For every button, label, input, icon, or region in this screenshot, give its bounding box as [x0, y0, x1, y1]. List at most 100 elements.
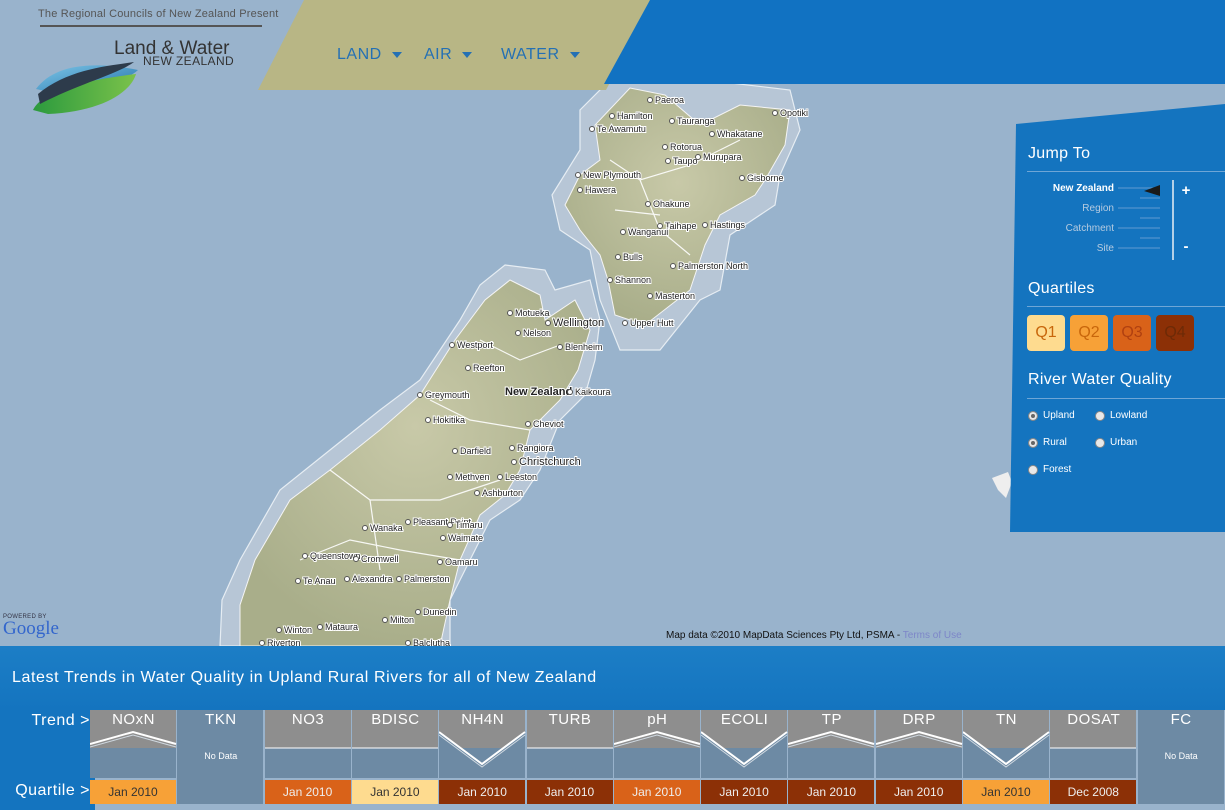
town-label: Christchurch: [519, 456, 581, 468]
land-water-logo[interactable]: Land & Water NEW ZEALAND: [28, 34, 264, 118]
quartile-date-cell: Jan 2010: [788, 780, 875, 804]
header-banner: [604, 0, 1225, 84]
town-label: Leeston: [505, 472, 537, 482]
town-label: Hamilton: [617, 111, 653, 121]
town-label: Wellington: [553, 317, 604, 329]
radio-urban[interactable]: Urban: [1095, 437, 1137, 448]
indicator-noxn[interactable]: NOxN Jan 2010: [90, 710, 177, 804]
slider-handle-icon: [1144, 185, 1160, 196]
indicator-turb[interactable]: TURB Jan 2010: [526, 710, 614, 804]
indicator-tkn[interactable]: TKN No Data: [177, 710, 264, 804]
town-marker: [647, 293, 653, 299]
indicator-ph[interactable]: pH Jan 2010: [613, 710, 701, 804]
town-marker: [662, 144, 668, 150]
town-marker: [437, 559, 443, 565]
town-label: Darfield: [460, 446, 491, 456]
town-label: Blenheim: [565, 342, 603, 352]
town-marker: [452, 448, 458, 454]
jump-new-zealand[interactable]: New Zealand: [1053, 183, 1114, 194]
town-label: Cromwell: [361, 554, 399, 564]
town-marker: [317, 624, 323, 630]
quartile-date-cell: Jan 2010: [90, 780, 176, 804]
town-label: New Zealand: [505, 386, 572, 398]
indicator-bdisc[interactable]: BDISC Jan 2010: [351, 710, 439, 804]
jump-site[interactable]: Site: [1097, 243, 1114, 254]
indicator-name: TN: [996, 711, 1017, 728]
town-label: Palmerston: [404, 574, 450, 584]
town-marker: [507, 310, 513, 316]
quartile-q3-button[interactable]: Q3: [1113, 315, 1151, 351]
town-marker: [645, 201, 651, 207]
town-marker: [465, 365, 471, 371]
radio-forest[interactable]: Forest: [1028, 464, 1071, 475]
zoom-slider[interactable]: [1116, 180, 1176, 260]
nav-band: [258, 0, 653, 90]
town-marker: [567, 389, 573, 395]
town-label: Paeroa: [655, 95, 684, 105]
town-marker: [396, 576, 402, 582]
town-marker: [577, 187, 583, 193]
indicator-fc[interactable]: FC No Data: [1137, 710, 1225, 804]
radio-dot-icon: [1028, 464, 1038, 475]
town-label: Wanganui: [628, 227, 668, 237]
town-label: New Plymouth: [583, 170, 641, 180]
town-marker: [509, 445, 515, 451]
indicator-no3[interactable]: NO3 Jan 2010: [264, 710, 352, 804]
indicator-nh4n[interactable]: NH4N Jan 2010: [439, 710, 526, 804]
radio-label: Rural: [1043, 437, 1067, 448]
divider: [1027, 171, 1225, 172]
zoom-in-button[interactable]: +: [1179, 182, 1193, 199]
radio-lowland[interactable]: Lowland: [1095, 410, 1147, 421]
indicator-drp[interactable]: DRP Jan 2010: [875, 710, 963, 804]
indicator-name: NH4N: [461, 711, 505, 728]
town-marker: [622, 320, 628, 326]
quartile-q2-button[interactable]: Q2: [1070, 315, 1108, 351]
indicator-dosat[interactable]: DOSAT Dec 2008: [1050, 710, 1137, 804]
radio-upland[interactable]: Upland: [1028, 410, 1075, 421]
chevron-down-icon: [391, 51, 402, 58]
zoom-out-button[interactable]: -: [1179, 238, 1193, 255]
radio-rural[interactable]: Rural: [1028, 437, 1067, 448]
town-marker: [344, 576, 350, 582]
town-marker: [669, 118, 675, 124]
town-label: Queenstown: [310, 551, 361, 561]
nav-water[interactable]: WATER: [501, 46, 580, 64]
town-label: Upper Hutt: [630, 318, 674, 328]
town-label: Waimate: [448, 533, 483, 543]
town-label: Riverton: [267, 638, 301, 646]
jump-catchment[interactable]: Catchment: [1066, 223, 1114, 234]
indicator-name: BDISC: [371, 711, 420, 728]
quartile-date-cell: Jan 2010: [351, 780, 438, 804]
quartile-date-cell: Jan 2010: [875, 780, 962, 804]
town-label: Taihape: [665, 221, 697, 231]
quartile-date-cell: Dec 2008: [1050, 780, 1137, 804]
indicator-tn[interactable]: TN Jan 2010: [963, 710, 1050, 804]
google-logo[interactable]: POWERED BY Google: [3, 614, 59, 640]
town-label: Hokitika: [433, 415, 465, 425]
nav-air[interactable]: AIR: [424, 46, 473, 64]
town-marker: [415, 609, 421, 615]
town-marker: [362, 525, 368, 531]
town-label: Dunedin: [423, 607, 457, 617]
quartile-date-cell: Jan 2010: [963, 780, 1049, 804]
quartile-q4-button[interactable]: Q4: [1156, 315, 1194, 351]
river-quality-title: River Water Quality: [1028, 371, 1172, 388]
town-label: Milton: [390, 615, 414, 625]
chevron-down-icon: [462, 51, 473, 58]
radio-label: Forest: [1043, 464, 1072, 475]
terms-of-use-link[interactable]: Terms of Use: [903, 630, 962, 641]
town-label: Rangiora: [517, 443, 554, 453]
town-label: Methven: [455, 472, 490, 482]
town-marker: [525, 421, 531, 427]
quartile-q1-button[interactable]: Q1: [1027, 315, 1065, 351]
town-marker: [647, 97, 653, 103]
map-attribution: Map data ©2010 MapData Sciences Pty Ltd,…: [666, 630, 962, 641]
jump-region[interactable]: Region: [1082, 203, 1114, 214]
indicator-ecoli[interactable]: ECOLI Jan 2010: [701, 710, 788, 804]
town-marker: [545, 320, 551, 326]
town-marker: [417, 392, 423, 398]
indicator-tp[interactable]: TP Jan 2010: [788, 710, 875, 804]
no-data-label: No Data: [204, 751, 238, 761]
nav-land[interactable]: LAND: [337, 46, 402, 64]
radio-label: Lowland: [1110, 410, 1148, 421]
